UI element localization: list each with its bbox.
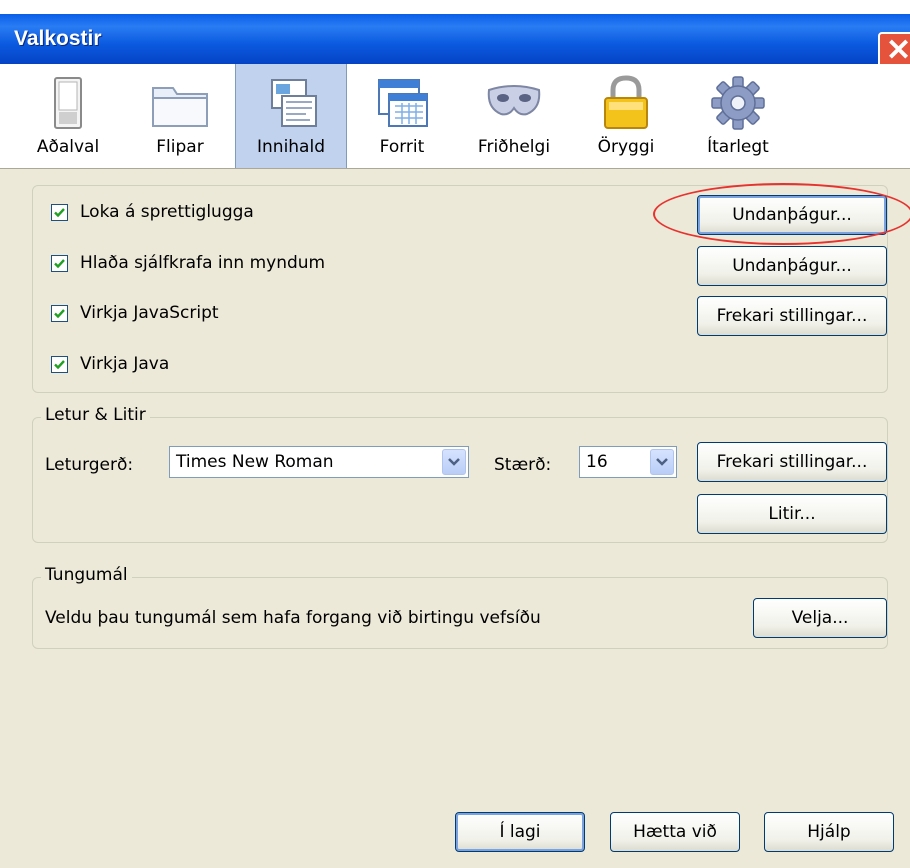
size-select[interactable]: 16 bbox=[579, 446, 677, 478]
chevron-down-icon[interactable] bbox=[650, 449, 674, 475]
javascript-advanced-button[interactable]: Frekari stillingar... bbox=[697, 296, 887, 336]
font-select[interactable]: Times New Roman bbox=[169, 446, 469, 478]
tab-advanced[interactable]: Ítarlegt bbox=[682, 64, 794, 168]
checkbox[interactable] bbox=[51, 305, 68, 322]
choose-languages-button[interactable]: Velja... bbox=[753, 598, 887, 638]
group-legend: Tungumál bbox=[41, 565, 132, 585]
popup-checkbox-row[interactable]: Loka á sprettiglugga bbox=[51, 202, 451, 226]
mask-icon bbox=[487, 85, 541, 116]
top-strip bbox=[0, 0, 910, 14]
fonts-colors-group: Letur & Litir Leturgerð: Times New Roman… bbox=[32, 405, 888, 543]
tab-content[interactable]: Innihald bbox=[235, 64, 347, 168]
annotation-ellipse bbox=[653, 183, 910, 245]
folder-tabs-icon bbox=[152, 87, 208, 127]
tab-tabs[interactable]: Flipar bbox=[124, 64, 236, 168]
checkbox-label: Hlaða sjálfkrafa inn myndum bbox=[80, 253, 326, 273]
image-exceptions-button[interactable]: Undanþágur... bbox=[697, 246, 887, 286]
window-title: Valkostir bbox=[14, 27, 102, 50]
tab-label: Aðalval bbox=[36, 137, 100, 157]
fonts-advanced-button[interactable]: Frekari stillingar... bbox=[697, 442, 887, 482]
font-label: Leturgerð: bbox=[45, 455, 134, 475]
languages-description: Veldu þau tungumál sem hafa forgang við … bbox=[45, 608, 541, 628]
preferences-toolbar: Aðalval Flipar Innihald Forrit Friðhelgi… bbox=[0, 64, 910, 169]
padlock-icon bbox=[604, 75, 648, 129]
size-select-value: 16 bbox=[586, 452, 608, 472]
group-legend: Letur & Litir bbox=[41, 405, 150, 425]
tab-security[interactable]: Öryggi bbox=[570, 64, 682, 168]
tab-applications[interactable]: Forrit bbox=[346, 64, 458, 168]
tab-label: Forrit bbox=[379, 137, 425, 157]
tab-label: Innihald bbox=[257, 137, 325, 157]
languages-group: Tungumál Veldu þau tungumál sem hafa for… bbox=[32, 565, 888, 649]
tab-label: Öryggi bbox=[597, 137, 655, 157]
gear-icon bbox=[711, 76, 765, 130]
switch-icon bbox=[54, 77, 82, 129]
title-bar[interactable]: Valkostir ✕ bbox=[0, 14, 910, 72]
checkbox[interactable] bbox=[51, 255, 68, 272]
checkbox[interactable] bbox=[51, 204, 68, 221]
tab-label: Friðhelgi bbox=[477, 137, 551, 157]
checkbox-label: Virkja Java bbox=[80, 354, 170, 374]
applications-icon bbox=[378, 79, 428, 127]
content-icon bbox=[271, 79, 317, 127]
tab-privacy[interactable]: Friðhelgi bbox=[458, 64, 570, 168]
checkbox[interactable] bbox=[51, 356, 68, 373]
font-select-value: Times New Roman bbox=[176, 452, 334, 472]
checkbox-label: Loka á sprettiglugga bbox=[80, 202, 254, 222]
help-button[interactable]: Hjálp bbox=[764, 812, 894, 852]
checkbox-label: Virkja JavaScript bbox=[80, 303, 219, 323]
cancel-button[interactable]: Hætta við bbox=[610, 812, 740, 852]
size-label: Stærð: bbox=[494, 455, 552, 475]
ok-button[interactable]: Í lagi bbox=[455, 812, 585, 852]
tab-label: Flipar bbox=[156, 137, 204, 157]
tab-main[interactable]: Aðalval bbox=[12, 64, 124, 168]
colors-button[interactable]: Litir... bbox=[697, 494, 887, 534]
java-checkbox-row[interactable]: Virkja Java bbox=[51, 354, 451, 378]
tab-label: Ítarlegt bbox=[707, 137, 769, 157]
chevron-down-icon[interactable] bbox=[442, 449, 466, 475]
javascript-checkbox-row[interactable]: Virkja JavaScript bbox=[51, 303, 451, 327]
images-checkbox-row[interactable]: Hlaða sjálfkrafa inn myndum bbox=[51, 253, 451, 277]
